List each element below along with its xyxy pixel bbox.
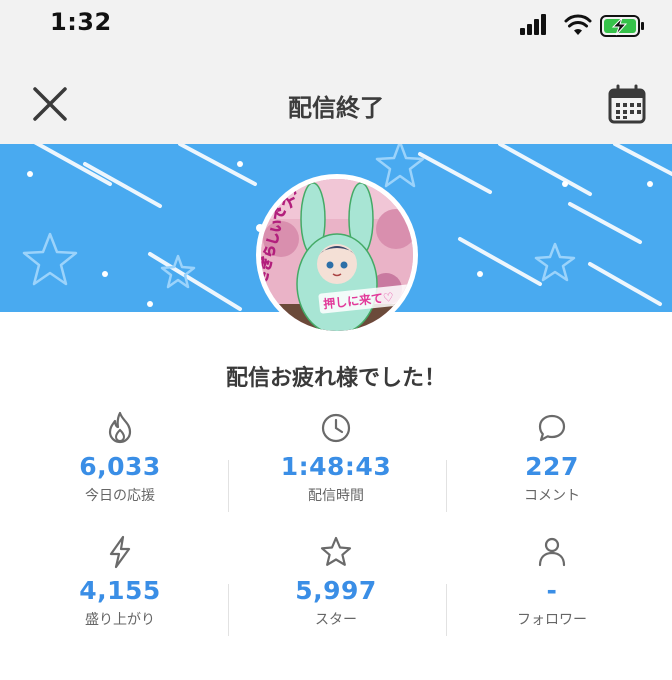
lightning-icon — [109, 535, 131, 569]
stats-row-2: 4,155 盛り上がり 5,997 スター - フォロワー — [0, 534, 672, 644]
status-bar: 1:32 — [0, 0, 672, 52]
stat-label: 配信時間 — [308, 488, 364, 504]
comment-icon — [538, 414, 566, 442]
stat-cheers: 6,033 今日の応援 — [8, 410, 232, 505]
completion-message: 配信お疲れ様でした！ — [225, 366, 446, 391]
stat-value: 6,033 — [79, 452, 161, 481]
stat-stars: 5,997 スター — [224, 534, 448, 629]
cellular-signal-icon — [520, 14, 546, 35]
stat-value: 4,155 — [79, 576, 161, 605]
star-icon — [320, 536, 352, 566]
stat-label: 盛り上がり — [85, 612, 155, 628]
nav-bar: 配信終了 — [0, 52, 672, 144]
page-title: 配信終了 — [288, 94, 384, 122]
avatar[interactable]: スターがたまる うさぎらしいで 押しに来て♡ — [256, 174, 418, 336]
stat-value: - — [546, 576, 558, 605]
stat-label: スター — [315, 612, 357, 628]
calendar-icon[interactable] — [608, 84, 646, 124]
person-icon — [538, 537, 566, 567]
stat-comments: 227 コメント — [440, 410, 664, 505]
stat-value: 227 — [525, 452, 579, 481]
stat-excitement: 4,155 盛り上がり — [8, 534, 232, 629]
wifi-icon — [564, 14, 592, 35]
clock-icon — [321, 413, 351, 443]
stats-row-1: 6,033 今日の応援 1:48:43 配信時間 227 コメント — [0, 410, 672, 520]
battery-charging-icon — [600, 15, 644, 37]
stat-value: 1:48:43 — [280, 452, 392, 481]
status-time: 1:32 — [50, 8, 112, 36]
flame-icon — [108, 411, 132, 444]
avatar-image: スターがたまる うさぎらしいで 押しに来て♡ — [261, 179, 413, 331]
stat-stream-duration: 1:48:43 配信時間 — [224, 410, 448, 505]
stat-label: フォロワー — [517, 612, 587, 628]
status-icons — [520, 14, 644, 37]
stat-value: 5,997 — [295, 576, 377, 605]
stat-label: コメント — [524, 488, 580, 504]
stat-followers: - フォロワー — [440, 534, 664, 629]
stat-label: 今日の応援 — [85, 488, 155, 504]
bunny-character-illustration: スターがたまる うさぎらしいで 押しに来て♡ — [261, 179, 413, 331]
